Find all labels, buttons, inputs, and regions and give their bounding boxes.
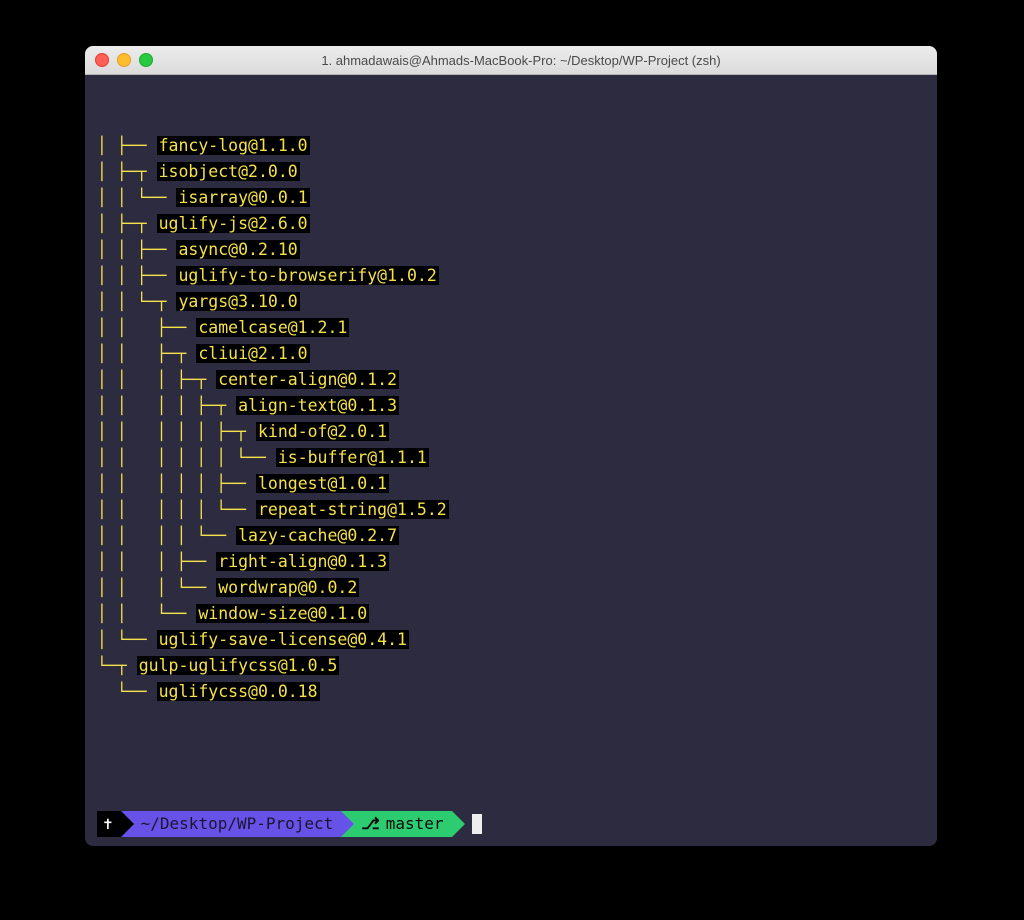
- tree-prefix: │ │ │ │ ├─┬: [97, 396, 236, 415]
- package-name: wordwrap@0.0.2: [216, 578, 359, 597]
- package-name: fancy-log@1.1.0: [157, 136, 310, 155]
- tree-prefix: │ │ │ │ │ └──: [97, 500, 256, 519]
- prompt-branch: master: [386, 811, 444, 837]
- tree-line: │ │ │ │ │ │ └── is-buffer@1.1.1: [97, 445, 925, 471]
- prompt-status-segment: ✝: [97, 811, 121, 837]
- package-name: uglify-to-browserify@1.0.2: [176, 266, 438, 285]
- cursor: [472, 814, 482, 834]
- tree-line: │ │ │ │ └── lazy-cache@0.2.7: [97, 523, 925, 549]
- tree-line: │ │ └── isarray@0.0.1: [97, 185, 925, 211]
- terminal-body[interactable]: │ ├── fancy-log@1.1.0│ ├─┬ isobject@2.0.…: [85, 75, 937, 846]
- package-name: center-align@0.1.2: [216, 370, 399, 389]
- tree-prefix: └──: [97, 682, 157, 701]
- package-name: uglify-save-license@0.4.1: [157, 630, 409, 649]
- package-name: isobject@2.0.0: [157, 162, 300, 181]
- tree-prefix: │ │ ├──: [97, 240, 176, 259]
- tree-prefix: │ ├─┬: [97, 162, 157, 181]
- shell-prompt: ✝ ~/Desktop/WP-Project ⎇ master: [97, 811, 925, 837]
- titlebar: 1. ahmadawais@Ahmads-MacBook-Pro: ~/Desk…: [85, 46, 937, 75]
- tree-prefix: │ │ ├─┬: [97, 344, 196, 363]
- close-icon[interactable]: [95, 53, 109, 67]
- dependency-tree: │ ├── fancy-log@1.1.0│ ├─┬ isobject@2.0.…: [97, 133, 925, 705]
- package-name: uglifycss@0.0.18: [157, 682, 320, 701]
- cross-icon: ✝: [103, 811, 113, 837]
- tree-line: │ │ │ │ │ ├── longest@1.0.1: [97, 471, 925, 497]
- tree-prefix: │ └──: [97, 630, 157, 649]
- package-name: right-align@0.1.3: [216, 552, 389, 571]
- tree-line: │ ├── fancy-log@1.1.0: [97, 133, 925, 159]
- tree-prefix: │ │ │ │ │ ├──: [97, 474, 256, 493]
- tree-prefix: │ │ ├──: [97, 266, 176, 285]
- prompt-path: ~/Desktop/WP-Project: [141, 811, 334, 837]
- tree-prefix: └─┬: [97, 656, 137, 675]
- tree-line: │ │ │ │ │ └── repeat-string@1.5.2: [97, 497, 925, 523]
- terminal-window: 1. ahmadawais@Ahmads-MacBook-Pro: ~/Desk…: [85, 46, 937, 846]
- tree-prefix: │ ├─┬: [97, 214, 157, 233]
- package-name: yargs@3.10.0: [176, 292, 299, 311]
- tree-line: │ │ │ └── wordwrap@0.0.2: [97, 575, 925, 601]
- tree-line: │ │ │ │ ├─┬ align-text@0.1.3: [97, 393, 925, 419]
- tree-prefix: │ │ │ │ │ ├─┬: [97, 422, 256, 441]
- tree-line: │ └── uglify-save-license@0.4.1: [97, 627, 925, 653]
- tree-prefix: │ │ └──: [97, 188, 176, 207]
- tree-line: │ │ │ │ │ ├─┬ kind-of@2.0.1: [97, 419, 925, 445]
- package-name: window-size@0.1.0: [196, 604, 369, 623]
- tree-line: │ │ └── window-size@0.1.0: [97, 601, 925, 627]
- tree-prefix: │ │ ├──: [97, 318, 196, 337]
- tree-prefix: │ │ │ │ └──: [97, 526, 236, 545]
- tree-line: │ │ ├─┬ cliui@2.1.0: [97, 341, 925, 367]
- package-name: longest@1.0.1: [256, 474, 389, 493]
- package-name: repeat-string@1.5.2: [256, 500, 449, 519]
- package-name: gulp-uglifycss@1.0.5: [137, 656, 340, 675]
- tree-prefix: │ │ │ ├─┬: [97, 370, 216, 389]
- package-name: is-buffer@1.1.1: [276, 448, 429, 467]
- tree-line: │ │ ├── uglify-to-browserify@1.0.2: [97, 263, 925, 289]
- tree-line: │ │ └─┬ yargs@3.10.0: [97, 289, 925, 315]
- window-title: 1. ahmadawais@Ahmads-MacBook-Pro: ~/Desk…: [115, 53, 927, 68]
- tree-prefix: │ │ │ └──: [97, 578, 216, 597]
- tree-prefix: │ │ │ ├──: [97, 552, 216, 571]
- package-name: camelcase@1.2.1: [196, 318, 349, 337]
- tree-prefix: │ │ └─┬: [97, 292, 176, 311]
- package-name: align-text@0.1.3: [236, 396, 399, 415]
- tree-prefix: │ │ └──: [97, 604, 196, 623]
- package-name: kind-of@2.0.1: [256, 422, 389, 441]
- tree-line: │ │ │ ├── right-align@0.1.3: [97, 549, 925, 575]
- prompt-path-segment: ~/Desktop/WP-Project: [121, 811, 342, 837]
- tree-prefix: │ │ │ │ │ │ └──: [97, 448, 276, 467]
- package-name: uglify-js@2.6.0: [157, 214, 310, 233]
- package-name: isarray@0.0.1: [176, 188, 309, 207]
- package-name: async@0.2.10: [176, 240, 299, 259]
- prompt-branch-segment: ⎇ master: [341, 811, 451, 837]
- tree-line: │ ├─┬ uglify-js@2.6.0: [97, 211, 925, 237]
- tree-line: └─┬ gulp-uglifycss@1.0.5: [97, 653, 925, 679]
- tree-line: │ │ │ ├─┬ center-align@0.1.2: [97, 367, 925, 393]
- package-name: lazy-cache@0.2.7: [236, 526, 399, 545]
- git-branch-icon: ⎇: [361, 811, 379, 837]
- tree-line: │ ├─┬ isobject@2.0.0: [97, 159, 925, 185]
- tree-line: └── uglifycss@0.0.18: [97, 679, 925, 705]
- tree-line: │ │ ├── async@0.2.10: [97, 237, 925, 263]
- package-name: cliui@2.1.0: [196, 344, 309, 363]
- tree-prefix: │ ├──: [97, 136, 157, 155]
- tree-line: │ │ ├── camelcase@1.2.1: [97, 315, 925, 341]
